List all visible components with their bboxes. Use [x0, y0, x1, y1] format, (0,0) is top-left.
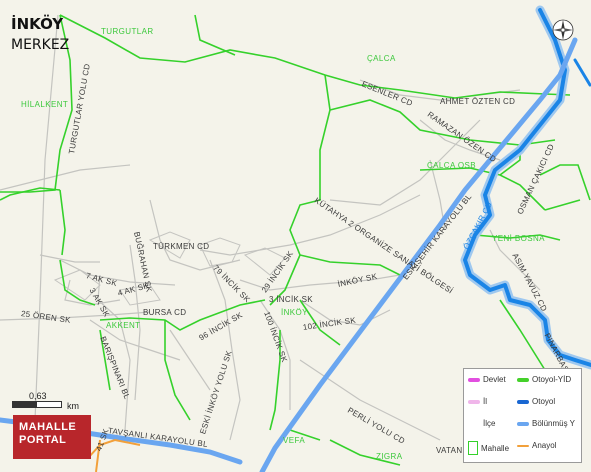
map-subtitle: MERKEZ — [11, 37, 70, 53]
legend-item-otoyol: Otoyol — [517, 397, 555, 406]
legend-item-mahalle: Mahalle — [468, 441, 509, 455]
legend-label-otoyol: Otoyol — [532, 397, 556, 406]
legend-item-otoyol-yid: Otoyol-YİD — [517, 375, 571, 384]
legend-item-bolunmus-yol: Bölünmüş Y — [517, 419, 575, 428]
legend-swatch-il — [468, 399, 480, 404]
legend-swatch-otoyol-yid — [517, 377, 529, 382]
mahalle-label-zigra: ZIGRA — [376, 452, 403, 461]
scale-unit: km — [67, 401, 79, 411]
mahalle-label-turgutlar: TURGUTLAR — [101, 27, 154, 36]
mahalle-label-yeni-bosna: YENİ BOSNA — [492, 234, 545, 243]
legend-item-devlet: Devlet — [468, 375, 506, 384]
road-label-turkmen: TÜRKMEN CD — [153, 242, 210, 251]
mahalle-label-hilalkent: HİLALKENT — [21, 100, 69, 109]
road-label-ahmet-ozten: AHMET ÖZTEN CD — [440, 97, 516, 106]
legend-swatch-bolunmus-yol — [517, 421, 529, 426]
legend-label-devlet: Devlet — [483, 375, 506, 384]
mahalle-label-vefa: VEFA — [283, 436, 306, 445]
scale-value: 0,63 — [29, 391, 47, 401]
legend-label-ilce: İlçe — [483, 419, 496, 428]
road-label-bursa: BURSA CD — [143, 308, 187, 317]
scale-bar-graphic — [12, 401, 62, 408]
road-label-3-incik: 3 İNCİK SK — [269, 295, 313, 304]
mahalle-label-calca: ÇALCA — [367, 54, 396, 63]
map-legend: Devlet Otoyol-YİD İl Otoyol İlçe Bölünmü… — [463, 368, 582, 463]
legend-item-anayol: Anayol — [517, 441, 556, 450]
legend-label-otoyol-yid: Otoyol-YİD — [532, 375, 572, 384]
legend-label-anayol: Anayol — [532, 441, 557, 450]
map-canvas[interactable]: İNKÖY MERKEZ TURGUTLAR HİLALKENT ÇALCA Ç… — [0, 0, 591, 472]
mahalle-label-inkoy: İNKÖY — [281, 308, 308, 317]
logo-line-2: PORTAL — [19, 434, 67, 446]
legend-label-mahalle: Mahalle — [481, 443, 510, 453]
mahalle-label-calca-osb: ÇALCA OSB — [427, 161, 476, 170]
mahalle-label-akkent: AKKENT — [106, 321, 141, 330]
map-title: İNKÖY — [11, 15, 64, 33]
legend-label-il: İl — [483, 397, 487, 406]
logo-line-1: MAHALLE — [19, 421, 77, 433]
legend-label-bolunmus-yol: Bölünmüş Y — [532, 419, 575, 428]
scale-bar: 0,63 km — [12, 391, 102, 415]
mahalle-portal-logo[interactable]: MAHALLE PORTAL — [13, 415, 91, 459]
compass-icon — [552, 19, 574, 41]
legend-swatch-mahalle — [468, 441, 478, 455]
legend-swatch-anayol — [517, 444, 529, 447]
legend-item-ilce: İlçe — [468, 419, 495, 428]
legend-swatch-ilce — [468, 421, 480, 426]
legend-item-il: İl — [468, 397, 487, 406]
legend-swatch-otoyol — [517, 399, 529, 404]
legend-swatch-devlet — [468, 377, 480, 382]
road-label-vatan: VATAN — [436, 446, 463, 455]
